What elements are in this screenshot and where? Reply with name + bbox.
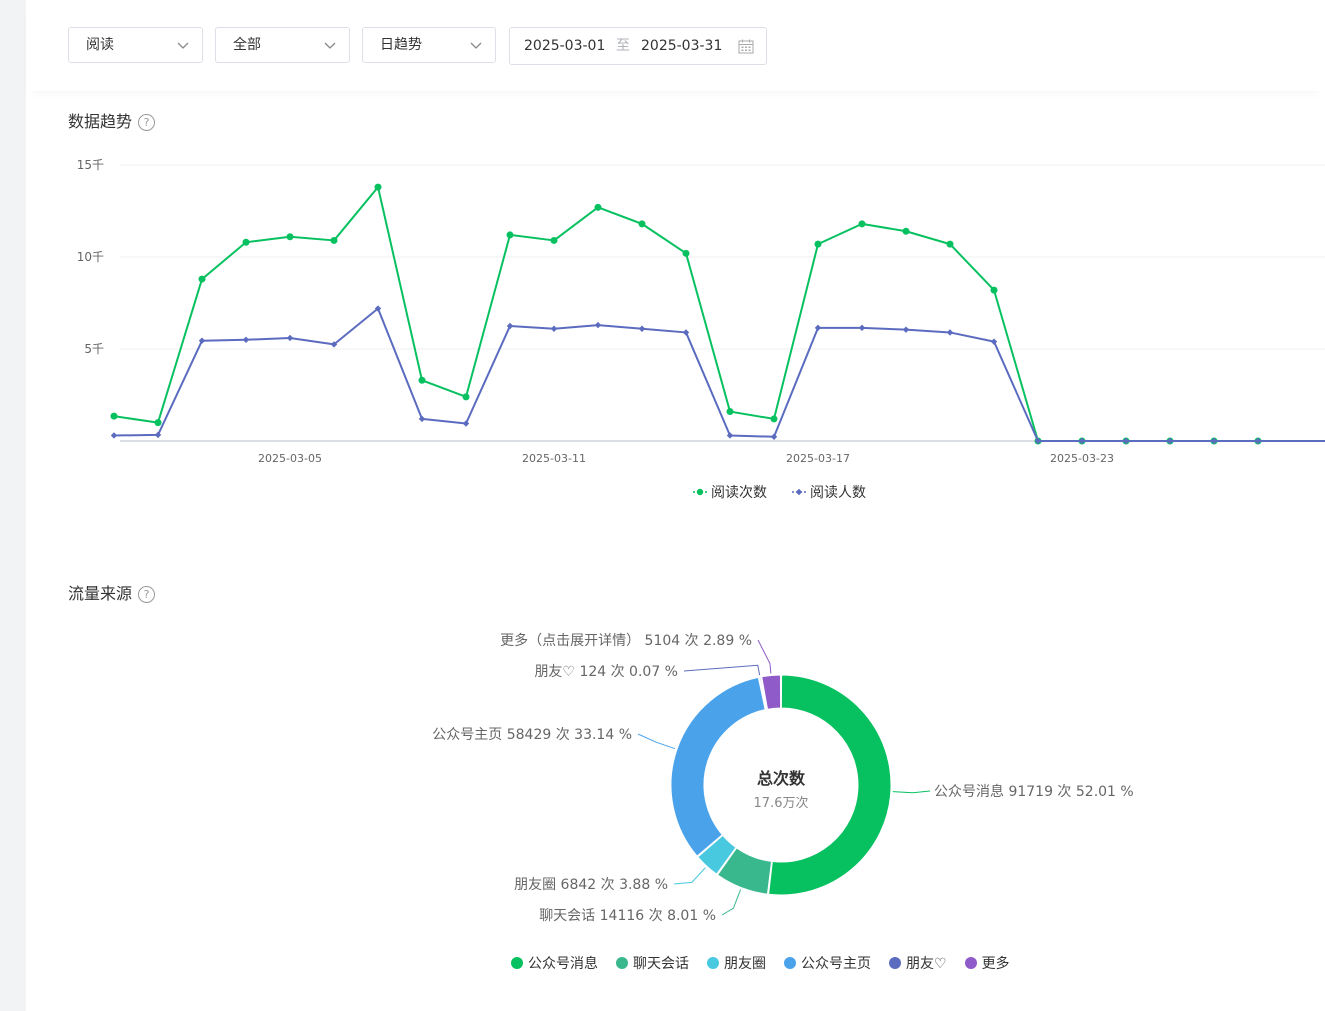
legend-dot <box>511 957 523 969</box>
legend-dot <box>964 957 977 969</box>
legend-item[interactable]: 更多 <box>964 953 1010 973</box>
legend-label: 公众号消息 <box>528 956 598 972</box>
leader-line <box>892 790 931 794</box>
legend-dot <box>784 957 796 969</box>
legend-label: 朋友♡ <box>906 956 947 972</box>
donut-legend: 公众号消息 聊天会话 朋友圈 公众号主页 朋友♡ 更多 <box>511 953 1028 975</box>
leader-line <box>673 867 706 885</box>
legend-label: 公众号主页 <box>801 956 871 972</box>
slice-label: 公众号消息 91719 次 52.01 % <box>934 783 1134 800</box>
legend-item[interactable]: 公众号主页 <box>784 953 871 973</box>
legend-label: 朋友圈 <box>724 956 766 972</box>
legend-item[interactable]: 朋友圈 <box>707 953 766 973</box>
slice-label: 公众号主页 58429 次 33.14 % <box>432 727 632 743</box>
donut-center-value: 17.6万次 <box>754 795 809 811</box>
slice-label: 朋友圈 6842 次 3.88 % <box>514 877 668 893</box>
slice-label: 更多（点击展开详情） 5104 次 2.89 % <box>500 632 752 649</box>
legend-dot <box>889 957 901 969</box>
legend-dot <box>616 957 628 969</box>
page: 阅读 全部 日趋势 2025-03-01 至 2025-03-31 数据趋势 ?… <box>26 0 1325 1011</box>
leader-line <box>683 664 761 676</box>
slice-label: 朋友♡ 124 次 0.07 % <box>534 664 678 680</box>
donut-slice[interactable] <box>670 676 766 857</box>
legend-label: 聊天会话 <box>633 956 689 972</box>
traffic-source-donut-chart: 公众号消息 91719 次 52.01 % 聊天会话 14116 次 8.01 %… <box>432 632 1134 924</box>
leader-line <box>757 639 772 674</box>
slice-label: 聊天会话 14116 次 8.01 % <box>539 908 716 924</box>
legend-dot <box>707 957 719 969</box>
legend-item[interactable]: 聊天会话 <box>616 953 689 973</box>
legend-item[interactable]: 朋友♡ <box>889 953 947 973</box>
legend-label: 更多 <box>981 956 1010 972</box>
leader-line <box>721 889 742 916</box>
leader-line <box>637 733 676 750</box>
donut-center-title: 总次数 <box>757 769 806 788</box>
legend-item[interactable]: 公众号消息 <box>511 953 598 973</box>
